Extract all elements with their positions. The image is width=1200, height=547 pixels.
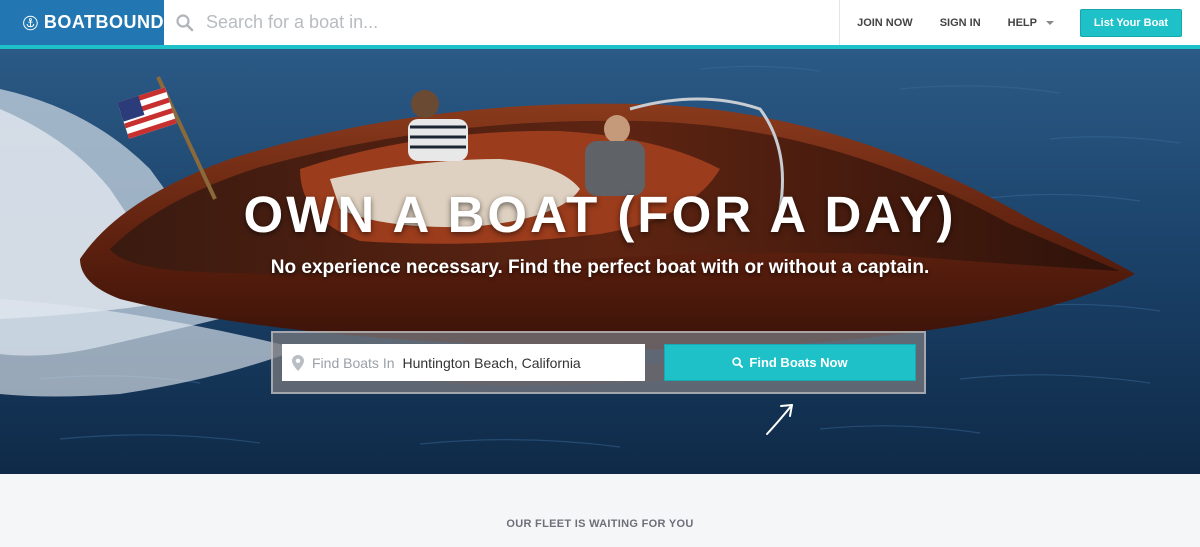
anchor-icon — [23, 15, 38, 30]
hero-subheadline: No experience necessary. Find the perfec… — [270, 257, 930, 278]
site-search — [164, 0, 839, 45]
main-nav: JOIN NOW SIGN IN HELP List Your Boat — [839, 0, 1200, 45]
list-your-boat-button[interactable]: List Your Boat — [1080, 8, 1182, 37]
find-boats-now-label: Find Boats Now — [749, 355, 848, 370]
join-now-link[interactable]: JOIN NOW — [857, 17, 913, 29]
boatbound-logo[interactable]: BOATBOUND — [0, 0, 164, 45]
sign-in-link[interactable]: SIGN IN — [940, 17, 981, 29]
find-boats-now-button[interactable]: Find Boats Now — [664, 344, 916, 381]
location-field-value: Huntington Beach, California — [402, 354, 581, 371]
search-input[interactable] — [206, 12, 686, 33]
chevron-down-icon — [1046, 20, 1054, 25]
help-label: HELP — [1007, 16, 1037, 29]
search-icon — [732, 357, 744, 368]
hero-banner: OWN A BOAT (FOR A DAY) No experience nec… — [0, 49, 1200, 474]
logo-text: BOATBOUND — [43, 12, 164, 32]
hero-headline: OWN A BOAT (FOR A DAY) — [243, 186, 957, 243]
location-field-prefix: Find Boats In — [312, 354, 395, 371]
fleet-section: OUR FLEET IS WAITING FOR YOU — [0, 474, 1200, 547]
top-navigation-bar: BOATBOUND JOIN NOW SIGN IN HELP List You… — [0, 0, 1200, 45]
fleet-section-title: OUR FLEET IS WAITING FOR YOU — [506, 518, 694, 530]
search-icon — [176, 13, 194, 31]
location-field[interactable]: Find Boats In Huntington Beach, Californ… — [282, 344, 645, 381]
help-menu[interactable]: HELP — [1008, 17, 1054, 29]
find-boats-form: Find Boats In Huntington Beach, Californ… — [271, 331, 926, 394]
map-pin-icon — [292, 354, 304, 371]
arrow-up-right-icon — [766, 404, 793, 435]
